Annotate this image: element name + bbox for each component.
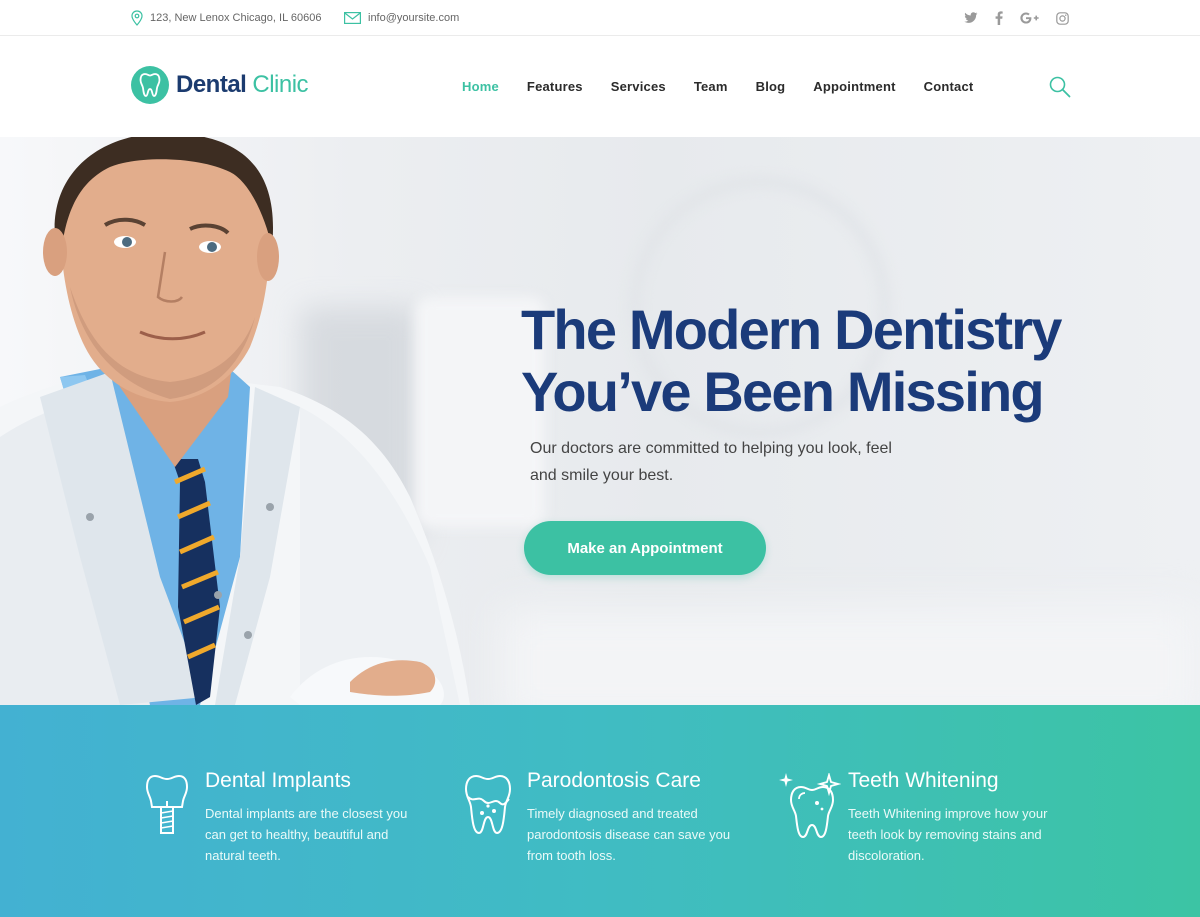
make-appointment-button[interactable]: Make an Appointment bbox=[524, 521, 766, 575]
feature-title: Parodontosis Care bbox=[527, 769, 701, 792]
hero-title-line-2: You’ve Been Missing bbox=[521, 360, 1045, 423]
main-nav: Home Features Services Team Blog Appoint… bbox=[462, 36, 1001, 137]
email-info[interactable]: info@yoursite.com bbox=[344, 0, 459, 36]
logo-bold-text: Dental bbox=[176, 71, 247, 98]
address-text: 123, New Lenox Chicago, IL 60606 bbox=[150, 12, 322, 24]
hero-section: The Modern Dentistry You’ve Been Missing… bbox=[0, 137, 1200, 705]
email-text[interactable]: info@yoursite.com bbox=[368, 12, 459, 24]
google-plus-icon[interactable] bbox=[1020, 12, 1039, 24]
feature-text: Dental implants are the closest you can … bbox=[205, 806, 408, 863]
logo-text: Dental Clinic bbox=[176, 71, 309, 99]
nav-appointment[interactable]: Appointment bbox=[813, 79, 895, 94]
logo-light-text: Clinic bbox=[252, 71, 309, 98]
site-logo[interactable]: Dental Clinic bbox=[131, 66, 309, 104]
hero-title: The Modern Dentistry You’ve Been Missing bbox=[521, 298, 1062, 423]
tooth-logo-icon bbox=[131, 66, 169, 104]
feature-title: Teeth Whitening bbox=[848, 769, 999, 792]
nav-contact[interactable]: Contact bbox=[924, 79, 974, 94]
hero-subtitle: Our doctors are committed to helping you… bbox=[530, 435, 910, 489]
nav-blog[interactable]: Blog bbox=[756, 79, 786, 94]
feature-text: Timely diagnosed and treated parodontosi… bbox=[527, 806, 731, 863]
hero-subtitle-line-2: and smile your best. bbox=[530, 467, 674, 484]
nav-services[interactable]: Services bbox=[611, 79, 666, 94]
feature-title: Dental Implants bbox=[205, 769, 351, 792]
nav-team[interactable]: Team bbox=[694, 79, 728, 94]
tooth-implant-icon bbox=[145, 774, 189, 834]
hero-title-line-1: The Modern Dentistry bbox=[521, 298, 1062, 361]
instagram-icon[interactable] bbox=[1056, 11, 1069, 25]
site-header: Dental Clinic Home Features Services Team… bbox=[0, 36, 1200, 137]
feature-text: Teeth Whitening improve how your teeth l… bbox=[848, 806, 1048, 863]
top-bar: 123, New Lenox Chicago, IL 60606 info@yo… bbox=[0, 0, 1200, 36]
address-info: 123, New Lenox Chicago, IL 60606 bbox=[131, 0, 321, 36]
envelope-icon bbox=[344, 12, 361, 24]
location-pin-icon bbox=[131, 10, 143, 26]
nav-home[interactable]: Home bbox=[462, 79, 499, 94]
tooth-care-icon bbox=[464, 774, 512, 835]
features-section: Dental Implants Dental implants are the … bbox=[0, 705, 1200, 917]
tooth-sparkle-icon bbox=[779, 773, 841, 839]
doctor-photo bbox=[0, 137, 470, 705]
search-icon[interactable] bbox=[1049, 76, 1071, 98]
twitter-icon[interactable] bbox=[964, 12, 978, 24]
hero-subtitle-line-1: Our doctors are committed to helping you… bbox=[530, 440, 892, 457]
facebook-icon[interactable] bbox=[995, 11, 1003, 25]
social-links bbox=[964, 0, 1069, 36]
nav-features[interactable]: Features bbox=[527, 79, 583, 94]
